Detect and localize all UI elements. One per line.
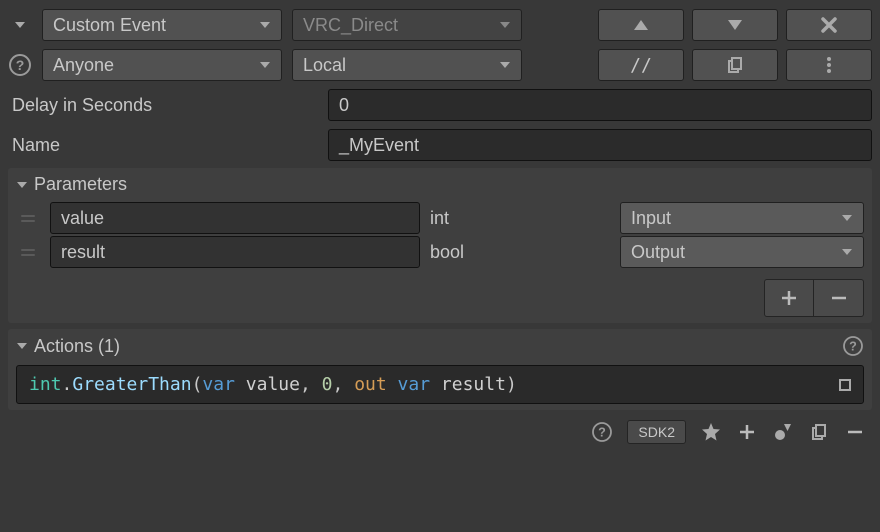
delete-button[interactable] [786,9,872,41]
expand-icon[interactable] [839,379,851,391]
delay-input[interactable]: 0 [328,89,872,121]
copy-icon [810,423,828,441]
parameter-name: value [61,208,104,229]
parameter-type-label: int [430,208,610,229]
plus-icon [780,289,798,307]
tool-buttons: // [598,49,872,81]
favorite-button[interactable] [700,421,722,443]
parameters-title: Parameters [34,174,127,195]
drag-handle[interactable] [16,215,40,222]
triangle-down-icon [726,18,744,32]
star-icon [701,422,721,442]
actions-foldout[interactable]: Actions (1) [16,336,120,357]
footer-toolbar: ? SDK2 [8,416,872,444]
name-input[interactable]: _MyEvent [328,129,872,161]
header-row-2: ? Anyone Local // [8,48,872,82]
action-code: int.GreaterThan(var value, 0, out var re… [29,374,517,395]
parameter-name-input[interactable]: value [50,202,420,234]
name-row: Name _MyEvent [8,128,872,162]
chevron-down-icon [16,340,28,352]
chevron-down-icon [16,179,28,191]
reorder-buttons [598,9,872,41]
parameter-name: result [61,242,105,263]
target-dropdown[interactable]: VRC_Direct [292,9,522,41]
help-icon[interactable]: ? [593,422,613,442]
tok-type: int [29,374,62,395]
tok-var: value [246,374,300,395]
scope-label: Local [303,55,346,76]
tok-out: out [354,374,397,395]
tok-close: ) [506,374,517,395]
parameter-type-label: bool [430,242,610,263]
add-parameter-button[interactable] [764,279,814,317]
copy-button[interactable] [692,49,778,81]
sdk-chip[interactable]: SDK2 [627,420,686,444]
minus-icon [830,289,848,307]
event-type-label: Custom Event [53,15,166,36]
actions-title: Actions (1) [34,336,120,357]
chevron-down-icon [14,19,26,31]
name-value: _MyEvent [339,135,419,156]
tok-var: result [441,374,506,395]
tok-open: ( [192,374,203,395]
scope-dropdown[interactable]: Local [292,49,522,81]
move-up-button[interactable] [598,9,684,41]
broadcast-dropdown[interactable]: Anyone [42,49,282,81]
minus-icon [846,423,864,441]
tok-keyword: var [398,374,441,395]
parameter-direction-dropdown[interactable]: Output [620,236,864,268]
chevron-down-icon [499,59,511,71]
parameters-foldout[interactable]: Parameters [16,174,864,195]
action-row[interactable]: int.GreaterThan(var value, 0, out var re… [16,365,864,404]
event-panel: Custom Event VRC_Direct ? Anyone [0,0,880,532]
tok-comma: , [300,374,322,395]
comment-button[interactable]: // [598,49,684,81]
tok-keyword: var [202,374,245,395]
parameter-row: result bool Output [16,235,864,269]
parameter-name-input[interactable]: result [50,236,420,268]
duplicate-button[interactable] [808,421,830,443]
move-down-button[interactable] [692,9,778,41]
tok-dot: . [62,374,73,395]
remove-parameter-button[interactable] [814,279,864,317]
chevron-down-icon [259,19,271,31]
help-icon[interactable]: ? [9,54,31,76]
parameter-direction: Input [631,208,671,229]
menu-button[interactable] [786,49,872,81]
drag-handle[interactable] [16,249,40,256]
add-action-button[interactable] [736,421,758,443]
copy-icon [726,56,744,74]
delay-value: 0 [339,95,349,116]
target-label: VRC_Direct [303,15,398,36]
parameter-add-remove [16,275,864,317]
remove-action-button[interactable] [844,421,866,443]
close-icon [821,17,837,33]
kebab-icon [826,56,832,74]
foldout-toggle[interactable] [8,19,32,31]
triangle-up-icon [632,18,650,32]
tok-number: 0 [322,374,333,395]
name-label: Name [8,135,318,156]
parameter-row: value int Input [16,201,864,235]
delay-row: Delay in Seconds 0 [8,88,872,122]
comment-label: // [630,55,652,76]
chevron-down-icon [259,59,271,71]
tok-method: GreaterThan [72,374,191,395]
shapes-icon [773,422,793,442]
parameter-direction: Output [631,242,685,263]
header-row-1: Custom Event VRC_Direct [8,8,872,42]
event-type-dropdown[interactable]: Custom Event [42,9,282,41]
plus-icon [738,423,756,441]
broadcast-label: Anyone [53,55,114,76]
chevron-down-icon [499,19,511,31]
delay-label: Delay in Seconds [8,95,318,116]
parameter-list: value int Input result bool Output [16,201,864,269]
sdk-label: SDK2 [638,424,675,440]
shape-button[interactable] [772,421,794,443]
parameter-direction-dropdown[interactable]: Input [620,202,864,234]
actions-section: Actions (1) ? int.GreaterThan(var value,… [8,329,872,410]
parameters-section: Parameters value int Input result bool O… [8,168,872,323]
tok-comma: , [333,374,355,395]
help-icon[interactable]: ? [843,336,863,356]
